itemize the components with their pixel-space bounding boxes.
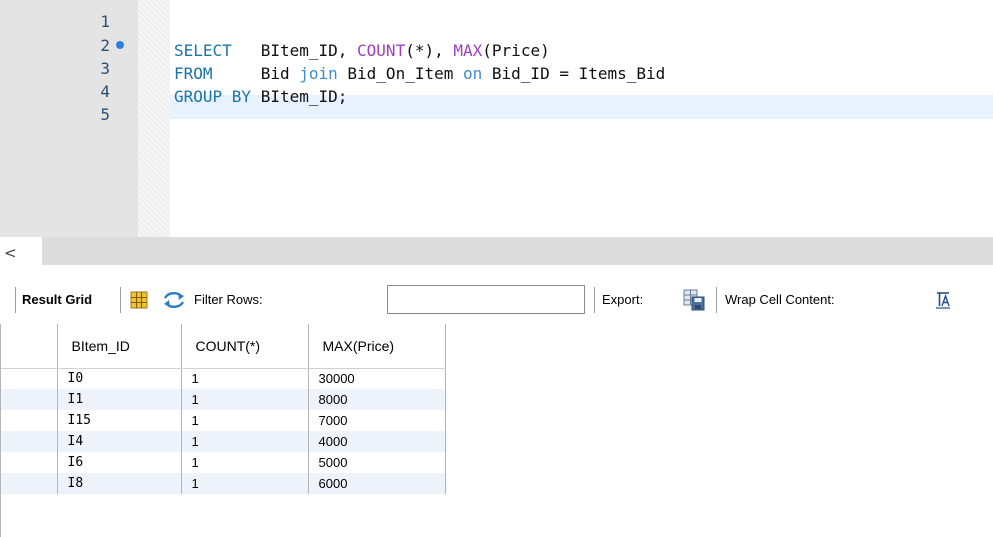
table-row[interactable]: I0 1 30000 bbox=[0, 368, 446, 389]
row-selector[interactable] bbox=[0, 389, 58, 410]
table-row[interactable]: I1 1 8000 bbox=[0, 389, 446, 410]
code-line[interactable]: FROM Bid join Bid_On_Item on Bid_ID = It… bbox=[174, 63, 665, 84]
code-token: BItem_ID, bbox=[231, 41, 358, 60]
table-cell[interactable]: 30000 bbox=[308, 368, 446, 389]
code-token: GROUP BY bbox=[174, 87, 252, 106]
toolbar-separator bbox=[716, 287, 717, 313]
export-icon[interactable] bbox=[683, 289, 705, 311]
toolbar-separator bbox=[594, 287, 595, 313]
line-number: 3 bbox=[100, 59, 110, 78]
scrollbar-track[interactable] bbox=[42, 237, 993, 265]
line-number: 1 bbox=[100, 12, 110, 31]
table-row[interactable]: I8 1 6000 bbox=[0, 473, 446, 494]
table-cell[interactable]: 7000 bbox=[308, 410, 446, 431]
code-token: COUNT bbox=[357, 41, 406, 60]
table-cell[interactable]: 8000 bbox=[308, 389, 446, 410]
export-label: Export: bbox=[602, 292, 644, 307]
row-selector[interactable] bbox=[0, 431, 58, 452]
table-cell[interactable]: 1 bbox=[181, 473, 309, 494]
code-token: Bid_ID = Items_Bid bbox=[482, 64, 666, 83]
code-token: MAX bbox=[453, 41, 483, 60]
row-selector[interactable] bbox=[0, 410, 58, 431]
table-cell[interactable]: I6 bbox=[57, 452, 182, 473]
grid-border bbox=[0, 324, 1, 537]
code-token: SELECT bbox=[174, 41, 232, 60]
table-cell[interactable]: 1 bbox=[181, 452, 309, 473]
code-token: (*), bbox=[405, 41, 454, 60]
statement-marker-icon bbox=[116, 41, 124, 49]
sql-editor[interactable]: 1 2 3 4 5 SELECT BItem_ID, COUNT(*), MAX… bbox=[0, 0, 993, 237]
row-selector[interactable] bbox=[0, 368, 58, 389]
result-grid-tab[interactable]: Result Grid bbox=[22, 291, 92, 309]
code-token: on bbox=[463, 64, 483, 83]
table-cell[interactable]: 1 bbox=[181, 431, 309, 452]
code-line[interactable]: SELECT BItem_ID, COUNT(*), MAX(Price) bbox=[174, 40, 550, 61]
wrap-cell-content-label: Wrap Cell Content: bbox=[725, 292, 835, 307]
row-selector-header[interactable] bbox=[0, 324, 58, 369]
column-header[interactable]: COUNT(*) bbox=[181, 324, 309, 369]
column-header[interactable]: BItem_ID bbox=[57, 324, 182, 369]
table-cell[interactable]: 6000 bbox=[308, 473, 446, 494]
code-token: join bbox=[299, 64, 338, 83]
table-row[interactable]: I6 1 5000 bbox=[0, 452, 446, 473]
toolbar-separator bbox=[120, 287, 121, 313]
code-token: BItem_ID; bbox=[251, 87, 348, 106]
table-row[interactable]: I4 1 4000 bbox=[0, 431, 446, 452]
table-cell[interactable]: 1 bbox=[181, 410, 309, 431]
table-row[interactable]: I15 1 7000 bbox=[0, 410, 446, 431]
scroll-left-icon[interactable]: < bbox=[4, 244, 18, 262]
table-cell[interactable]: 5000 bbox=[308, 452, 446, 473]
table-cell[interactable]: 4000 bbox=[308, 431, 446, 452]
table-header-row: BItem_ID COUNT(*) MAX(Price) bbox=[0, 324, 446, 369]
code-line[interactable]: GROUP BY BItem_ID; bbox=[174, 86, 347, 107]
table-cell[interactable]: 1 bbox=[181, 389, 309, 410]
table-cell[interactable]: I15 bbox=[57, 410, 182, 431]
filter-rows-label: Filter Rows: bbox=[194, 292, 263, 307]
code-token: Bid bbox=[212, 64, 300, 83]
code-token: FROM bbox=[174, 64, 213, 83]
line-number: 4 bbox=[100, 82, 110, 101]
result-table: BItem_ID COUNT(*) MAX(Price) I0 1 30000 … bbox=[0, 324, 446, 494]
table-cell[interactable]: 1 bbox=[181, 368, 309, 389]
table-cell[interactable]: I4 bbox=[57, 431, 182, 452]
row-selector[interactable] bbox=[0, 452, 58, 473]
code-token: Bid_On_Item bbox=[337, 64, 463, 83]
result-toolbar: Result Grid Filter Rows: Export: Wrap Ce… bbox=[0, 278, 993, 322]
wrap-text-icon[interactable] bbox=[935, 291, 951, 309]
grid-view-icon[interactable] bbox=[130, 291, 148, 309]
filter-rows-input[interactable] bbox=[387, 285, 585, 314]
line-number: 2 bbox=[100, 36, 110, 55]
table-cell[interactable]: I8 bbox=[57, 473, 182, 494]
line-number: 5 bbox=[100, 105, 110, 124]
line-number-gutter: 1 2 3 4 5 bbox=[0, 0, 138, 237]
column-header[interactable]: MAX(Price) bbox=[308, 324, 446, 369]
filter-arrows-icon[interactable] bbox=[163, 291, 185, 309]
table-cell[interactable]: I0 bbox=[57, 368, 182, 389]
result-grid[interactable]: BItem_ID COUNT(*) MAX(Price) I0 1 30000 … bbox=[0, 324, 993, 537]
row-selector[interactable] bbox=[0, 473, 58, 494]
table-cell[interactable]: I1 bbox=[57, 389, 182, 410]
toolbar-separator bbox=[15, 287, 16, 313]
code-token: (Price) bbox=[482, 41, 550, 60]
fold-margin bbox=[138, 0, 170, 237]
horizontal-scrollbar[interactable]: < bbox=[0, 237, 993, 271]
